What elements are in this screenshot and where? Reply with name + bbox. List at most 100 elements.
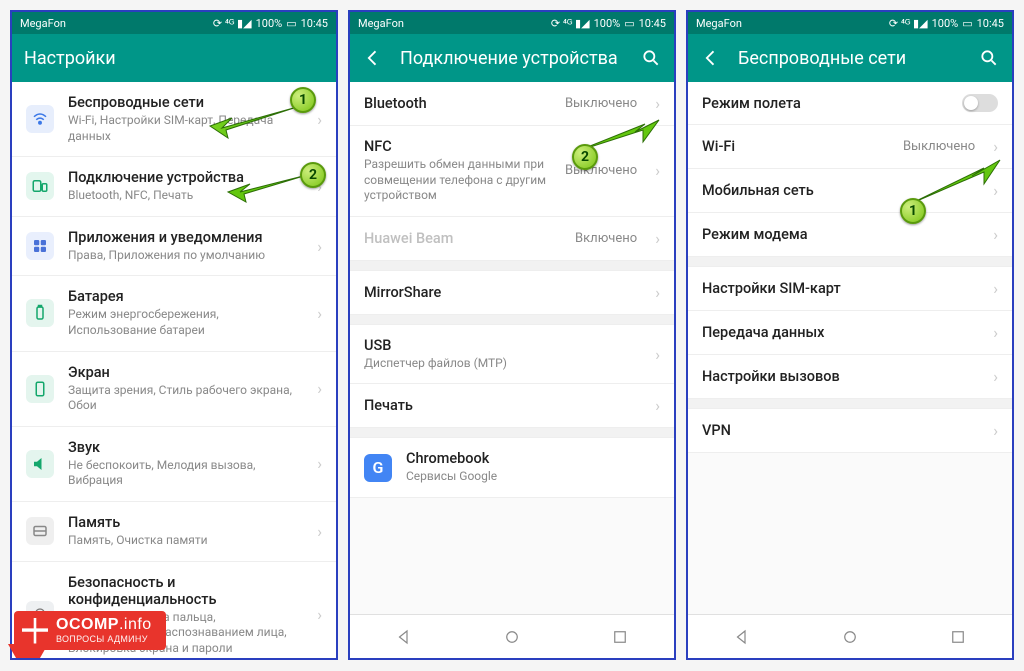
row-device-connection[interactable]: Подключение устройства Bluetooth, NFC, П…: [12, 157, 336, 217]
battery-icon: ▭: [962, 17, 972, 30]
row-title: USB: [364, 337, 641, 354]
row-bluetooth[interactable]: Bluetooth Выключено ›: [350, 82, 674, 126]
header: Настройки: [12, 34, 336, 82]
memory-icon: [26, 517, 54, 545]
section-gap: [688, 399, 1012, 409]
row-apps[interactable]: Приложения и уведомления Права, Приложен…: [12, 217, 336, 277]
section-gap: [350, 428, 674, 438]
row-title: Chromebook: [406, 450, 660, 467]
chevron-right-icon: ›: [655, 345, 660, 364]
airplane-toggle[interactable]: [962, 94, 998, 112]
battery-label: 100%: [932, 17, 959, 30]
chevron-right-icon: ›: [655, 94, 660, 113]
row-vpn[interactable]: VPN ›: [688, 409, 1012, 453]
row-title: VPN: [702, 422, 979, 439]
row-title: Беспроводные сети: [68, 94, 303, 111]
chevron-right-icon: ›: [993, 323, 998, 342]
row-title: Bluetooth: [364, 95, 551, 112]
google-icon: G: [364, 454, 392, 482]
carrier-label: MegaFon: [358, 17, 404, 30]
chevron-right-icon: ›: [655, 229, 660, 248]
battery-icon: [26, 299, 54, 327]
nav-recent[interactable]: [600, 622, 640, 652]
badge-1b: 1: [900, 198, 926, 224]
chevron-right-icon: ›: [993, 279, 998, 298]
row-title: Huawei Beam: [364, 230, 561, 247]
row-mobile-network[interactable]: Мобильная сеть ›: [688, 169, 1012, 213]
row-title: Безопасность и конфиденциальность: [68, 574, 303, 608]
page-title: Беспроводные сети: [738, 48, 962, 69]
row-sub: Права, Приложения по умолчанию: [68, 248, 303, 264]
chevron-right-icon: ›: [317, 454, 322, 473]
row-data-usage[interactable]: Передача данных ›: [688, 311, 1012, 355]
row-usb[interactable]: USB Диспетчер файлов (MTP) ›: [350, 325, 674, 385]
device-list[interactable]: Bluetooth Выключено › NFC Разрешить обме…: [350, 82, 674, 614]
row-airplane[interactable]: Режим полета: [688, 82, 1012, 125]
row-sub: Память, Очистка памяти: [68, 533, 303, 549]
battery-label: 100%: [256, 17, 283, 30]
phone-wireless: MegaFon ⟳ ⁴ᴳ ▮◢ 100% ▭ 10:45 Беспроводны…: [686, 10, 1014, 660]
badge-1: 1: [290, 87, 316, 113]
status-bar: MegaFon ⟳ ⁴ᴳ ▮◢ 100% ▭ 10:45: [688, 12, 1012, 34]
chevron-right-icon: ›: [317, 605, 322, 624]
chevron-right-icon: ›: [993, 225, 998, 244]
row-chromebook[interactable]: G Chromebook Сервисы Google: [350, 438, 674, 498]
back-button[interactable]: [700, 47, 722, 69]
row-sub: Не беспокоить, Мелодия вызова, Вибрация: [68, 458, 303, 489]
row-wifi[interactable]: Wi-Fi Выключено ›: [688, 125, 1012, 169]
nav-recent[interactable]: [938, 622, 978, 652]
carrier-label: MegaFon: [20, 17, 66, 30]
battery-icon: ▭: [286, 17, 296, 30]
row-sub: Диспетчер файлов (MTP): [364, 356, 641, 372]
nav-back[interactable]: [384, 622, 424, 652]
row-display[interactable]: Экран Защита зрения, Стиль рабочего экра…: [12, 352, 336, 427]
row-nfc[interactable]: NFC Разрешить обмен данными при совмещен…: [350, 126, 674, 217]
row-title: Режим модема: [702, 226, 979, 243]
row-sub: Wi-Fi, Настройки SIM-карт, Передача данн…: [68, 113, 303, 144]
row-sub: Режим энергосбережения, Использование ба…: [68, 307, 303, 338]
row-title: Память: [68, 514, 303, 531]
row-value: Выключено: [565, 96, 637, 111]
row-title: Wi-Fi: [702, 138, 889, 155]
row-tethering[interactable]: Режим модема ›: [688, 213, 1012, 257]
status-bar: MegaFon ⟳ ⁴ᴳ ▮◢ 100% ▭ 10:45: [350, 12, 674, 34]
wireless-list[interactable]: Режим полета Wi-Fi Выключено › Мобильная…: [688, 82, 1012, 614]
search-button[interactable]: [640, 47, 662, 69]
nav-home[interactable]: [492, 622, 532, 652]
nav-back[interactable]: [722, 622, 762, 652]
row-call-settings[interactable]: Настройки вызовов ›: [688, 355, 1012, 399]
watermark: OCOMP.info ВОПРОСЫ АДМИНУ: [14, 611, 166, 650]
row-title: NFC: [364, 138, 551, 155]
nav-bar: [350, 614, 674, 658]
carrier-label: MegaFon: [696, 17, 742, 30]
section-gap: [688, 257, 1012, 267]
clock-label: 10:45: [301, 17, 328, 30]
page-title: Настройки: [24, 48, 324, 69]
chevron-right-icon: ›: [993, 137, 998, 156]
status-right: ⟳ ⁴ᴳ ▮◢ 100% ▭ 10:45: [213, 17, 328, 30]
row-memory[interactable]: Память Память, Очистка памяти ›: [12, 502, 336, 562]
row-mirrorshare[interactable]: MirrorShare ›: [350, 271, 674, 315]
header: Беспроводные сети: [688, 34, 1012, 82]
row-sim[interactable]: Настройки SIM-карт ›: [688, 267, 1012, 311]
search-button[interactable]: [978, 47, 1000, 69]
status-bar: MegaFon ⟳ ⁴ᴳ ▮◢ 100% ▭ 10:45: [12, 12, 336, 34]
nav-home[interactable]: [830, 622, 870, 652]
back-button[interactable]: [362, 47, 384, 69]
phone-device-connection: MegaFon ⟳ ⁴ᴳ ▮◢ 100% ▭ 10:45 Подключение…: [348, 10, 676, 660]
badge-2: 2: [300, 162, 326, 188]
apps-icon: [26, 232, 54, 260]
row-sound[interactable]: Звук Не беспокоить, Мелодия вызова, Вибр…: [12, 427, 336, 502]
row-print[interactable]: Печать ›: [350, 384, 674, 428]
signal-icon: ⟳ ⁴ᴳ ▮◢: [213, 17, 252, 30]
row-value: Выключено: [903, 139, 975, 154]
chevron-right-icon: ›: [993, 421, 998, 440]
row-title: Передача данных: [702, 324, 979, 341]
row-battery[interactable]: Батарея Режим энергосбережения, Использо…: [12, 276, 336, 351]
chevron-right-icon: ›: [655, 161, 660, 180]
settings-list[interactable]: Беспроводные сети Wi-Fi, Настройки SIM-к…: [12, 82, 336, 658]
row-wireless[interactable]: Беспроводные сети Wi-Fi, Настройки SIM-к…: [12, 82, 336, 157]
row-sub: Bluetooth, NFC, Печать: [68, 188, 303, 204]
status-right: ⟳ ⁴ᴳ ▮◢ 100% ▭ 10:45: [551, 17, 666, 30]
row-huawei-beam: Huawei Beam Включено ›: [350, 217, 674, 261]
